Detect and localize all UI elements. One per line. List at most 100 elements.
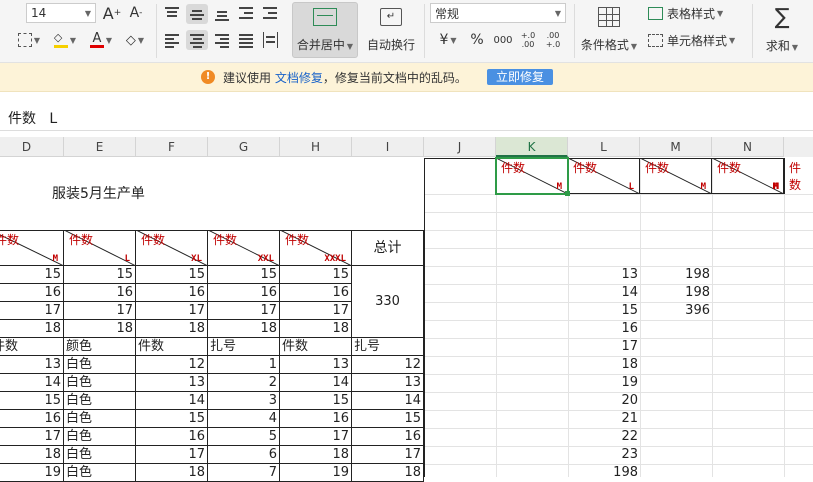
indent-increase-icon[interactable] bbox=[260, 4, 280, 22]
table-cell[interactable]: 16 bbox=[136, 428, 208, 446]
total-value[interactable]: 330 bbox=[352, 266, 424, 338]
column-header-f[interactable]: F bbox=[136, 137, 208, 157]
size-header-cell-right[interactable]: 件数 M bbox=[640, 158, 712, 194]
column-header-l[interactable]: L bbox=[568, 137, 640, 157]
align-bottom-icon[interactable] bbox=[212, 4, 232, 22]
sum-button[interactable]: ∑ 求和 ▼ bbox=[758, 2, 806, 58]
table-cell[interactable]: 14 bbox=[136, 392, 208, 410]
table-cell[interactable]: 16 bbox=[280, 410, 352, 428]
table-cell[interactable]: 17 bbox=[208, 302, 280, 320]
size-header-cell-right[interactable]: 件数 M bbox=[774, 158, 801, 194]
table-cell[interactable]: 15 bbox=[0, 266, 64, 284]
cell-style-button[interactable]: 单元格样式 ▼ bbox=[648, 31, 742, 49]
table-cell[interactable]: 19 bbox=[0, 464, 64, 482]
table-cell[interactable]: 2 bbox=[208, 374, 280, 392]
decrease-font-icon[interactable]: A- bbox=[126, 3, 146, 23]
column-header-g[interactable]: G bbox=[208, 137, 280, 157]
table-cell[interactable]: 19 bbox=[280, 464, 352, 482]
table-header-cell[interactable]: 件数 bbox=[136, 338, 208, 356]
table-cell[interactable]: 15 bbox=[352, 410, 424, 428]
formula-bar[interactable]: 件数 L bbox=[0, 104, 813, 131]
increase-decimal-icon[interactable]: +.0 .00 bbox=[517, 29, 539, 51]
align-left-icon[interactable] bbox=[162, 31, 182, 49]
column-l-cell[interactable]: 13 bbox=[568, 266, 640, 284]
table-cell[interactable]: 6 bbox=[208, 446, 280, 464]
fill-handle[interactable] bbox=[565, 191, 570, 196]
table-cell[interactable]: 18 bbox=[64, 320, 136, 338]
fix-now-button[interactable]: 立即修复 bbox=[487, 69, 553, 85]
table-cell[interactable]: 18 bbox=[280, 446, 352, 464]
table-cell[interactable]: 18 bbox=[280, 320, 352, 338]
table-cell[interactable]: 4 bbox=[208, 410, 280, 428]
size-header-cell[interactable]: 件数 XL bbox=[136, 230, 208, 266]
table-header-cell[interactable]: 件数 bbox=[280, 338, 352, 356]
align-right-icon[interactable] bbox=[212, 31, 232, 49]
table-cell[interactable]: 17 bbox=[0, 302, 64, 320]
table-cell[interactable]: 12 bbox=[352, 356, 424, 374]
align-top-icon[interactable] bbox=[162, 4, 182, 22]
eraser-icon[interactable]: ◇ ▼ bbox=[120, 31, 150, 49]
column-m-cell[interactable]: 198 bbox=[640, 266, 712, 284]
table-header-cell[interactable]: 扎号 bbox=[208, 338, 280, 356]
column-m-cell[interactable]: 198 bbox=[640, 284, 712, 302]
table-cell[interactable]: 17 bbox=[280, 428, 352, 446]
table-cell[interactable]: 17 bbox=[280, 302, 352, 320]
table-cell[interactable]: 15 bbox=[0, 392, 64, 410]
font-size-select[interactable]: 14 ▼ bbox=[26, 3, 96, 23]
thousands-separator-icon[interactable]: 000 bbox=[491, 31, 515, 49]
table-cell[interactable]: 白色 bbox=[64, 446, 136, 464]
column-l-cell[interactable]: 23 bbox=[568, 446, 640, 464]
table-cell[interactable]: 1 bbox=[208, 356, 280, 374]
conditional-format-button[interactable]: 条件格式 ▼ bbox=[580, 2, 638, 58]
font-color-icon[interactable]: A ▼ bbox=[86, 31, 116, 49]
table-cell[interactable]: 16 bbox=[352, 428, 424, 446]
table-cell[interactable]: 12 bbox=[136, 356, 208, 374]
size-header-cell-right[interactable]: 件数 L bbox=[568, 158, 640, 194]
column-header-j[interactable]: J bbox=[424, 137, 496, 157]
indent-decrease-icon[interactable] bbox=[236, 4, 256, 22]
column-l-cell[interactable]: 17 bbox=[568, 338, 640, 356]
column-m-cell[interactable]: 396 bbox=[640, 302, 712, 320]
table-cell[interactable]: 15 bbox=[280, 392, 352, 410]
table-cell[interactable]: 13 bbox=[0, 356, 64, 374]
table-cell[interactable]: 13 bbox=[136, 374, 208, 392]
table-cell[interactable]: 16 bbox=[0, 284, 64, 302]
table-cell[interactable]: 13 bbox=[352, 374, 424, 392]
size-header-cell[interactable]: 件数 L bbox=[64, 230, 136, 266]
table-cell[interactable]: 16 bbox=[208, 284, 280, 302]
column-l-cell[interactable]: 198 bbox=[568, 464, 640, 482]
table-cell[interactable]: 17 bbox=[0, 428, 64, 446]
wrap-text-button[interactable]: ↵ 自动换行 bbox=[364, 2, 418, 58]
table-cell[interactable]: 17 bbox=[64, 302, 136, 320]
table-cell[interactable]: 白色 bbox=[64, 464, 136, 482]
table-style-button[interactable]: 表格样式 ▼ bbox=[648, 4, 732, 22]
table-cell[interactable]: 白色 bbox=[64, 410, 136, 428]
table-cell[interactable]: 白色 bbox=[64, 374, 136, 392]
table-cell[interactable]: 16 bbox=[136, 284, 208, 302]
column-l-cell[interactable]: 19 bbox=[568, 374, 640, 392]
table-cell[interactable]: 18 bbox=[136, 320, 208, 338]
align-center-icon[interactable] bbox=[186, 30, 208, 50]
column-l-cell[interactable]: 14 bbox=[568, 284, 640, 302]
table-cell[interactable]: 15 bbox=[280, 266, 352, 284]
table-cell[interactable]: 18 bbox=[0, 320, 64, 338]
column-header-d[interactable]: D bbox=[0, 137, 64, 157]
table-cell[interactable]: 18 bbox=[208, 320, 280, 338]
table-cell[interactable]: 白色 bbox=[64, 428, 136, 446]
column-l-cell[interactable]: 21 bbox=[568, 410, 640, 428]
size-header-cell[interactable]: 件数 M bbox=[0, 230, 64, 266]
column-header-k[interactable]: K bbox=[496, 137, 568, 157]
align-middle-icon[interactable] bbox=[186, 4, 208, 24]
table-cell[interactable]: 7 bbox=[208, 464, 280, 482]
table-cell[interactable]: 18 bbox=[0, 446, 64, 464]
table-cell[interactable]: 17 bbox=[136, 446, 208, 464]
table-cell[interactable]: 15 bbox=[136, 410, 208, 428]
table-cell[interactable]: 白色 bbox=[64, 356, 136, 374]
table-cell[interactable]: 16 bbox=[64, 284, 136, 302]
column-l-cell[interactable]: 15 bbox=[568, 302, 640, 320]
table-header-cell[interactable]: 颜色 bbox=[64, 338, 136, 356]
column-header-n[interactable]: N bbox=[712, 137, 784, 157]
table-header-cell[interactable]: 扎号 bbox=[352, 338, 424, 356]
number-format-select[interactable]: 常规 ▼ bbox=[430, 3, 566, 23]
table-cell[interactable]: 17 bbox=[136, 302, 208, 320]
